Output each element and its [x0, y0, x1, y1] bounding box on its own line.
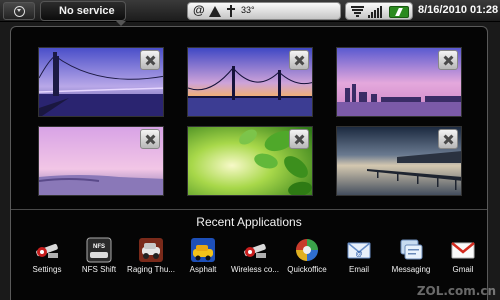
close-thumbnail-button[interactable] — [438, 129, 458, 149]
recent-app-wireless-controls[interactable]: Wireless co... — [229, 237, 281, 277]
notification-icons-tray[interactable]: @ 33° — [187, 2, 341, 20]
close-thumbnail-button[interactable] — [140, 50, 160, 70]
app-label: Settings — [32, 265, 62, 274]
close-thumbnail-button[interactable] — [438, 50, 458, 70]
app-label: Wireless co... — [230, 265, 279, 274]
nfs-shift-icon: NFS — [86, 237, 112, 263]
recent-app-gmail[interactable]: Gmail — [437, 237, 489, 277]
close-thumbnail-button[interactable] — [289, 50, 309, 70]
app-label: Raging Thu... — [127, 265, 175, 274]
recent-app-email[interactable]: @ Email — [333, 237, 385, 277]
app-label: NFS Shift — [81, 265, 117, 274]
wireless-controls-icon — [244, 243, 266, 258]
quickoffice-icon — [296, 239, 318, 261]
svg-text:@: @ — [356, 251, 363, 258]
recent-app-nfs-shift[interactable]: NFS NFS Shift — [73, 237, 125, 277]
recent-app-asphalt[interactable]: Asphalt — [177, 237, 229, 277]
app-label: Messaging — [391, 265, 431, 274]
recent-apps-title: Recent Applications — [196, 215, 302, 229]
divider — [11, 209, 487, 210]
chevron-down-icon — [14, 6, 25, 17]
app-label: Quickoffice — [287, 265, 327, 274]
close-thumbnail-button[interactable] — [140, 129, 160, 149]
signal-icon — [368, 6, 382, 18]
usb-icon — [226, 5, 237, 19]
asphalt-icon — [191, 238, 215, 262]
recent-app-quickoffice[interactable]: Quickoffice — [281, 237, 333, 277]
recent-app-settings[interactable]: Settings — [21, 237, 73, 277]
notification-toggle-button[interactable] — [3, 2, 35, 20]
app-label: Gmail — [452, 265, 474, 274]
email-icon: @ — [347, 242, 371, 259]
carrier-status[interactable]: No service — [40, 1, 126, 26]
recent-apps-panel: Recent Applications Settings NFS NFS Shi… — [10, 26, 488, 300]
app-label: Asphalt — [189, 265, 217, 274]
wifi-icon — [351, 6, 364, 18]
carrier-label: No service — [59, 5, 115, 17]
watermark: ZOL.com.cn — [416, 284, 496, 298]
app-label: Email — [348, 265, 369, 274]
raging-thunder-icon — [139, 238, 163, 262]
close-thumbnail-button[interactable] — [289, 129, 309, 149]
system-icons-tray[interactable] — [345, 2, 413, 20]
recent-app-messaging[interactable]: Messaging — [385, 237, 437, 277]
messaging-icon — [400, 239, 423, 260]
status-bar: No service @ 33° 8/16/2010 01:28 — [0, 0, 500, 26]
at-icon: @ — [193, 3, 205, 17]
gmail-icon — [451, 242, 475, 259]
battery-charging-icon — [389, 6, 409, 18]
settings-icon — [36, 243, 58, 258]
svg-text:NFS: NFS — [93, 244, 105, 250]
warning-icon — [209, 6, 221, 17]
clock: 8/16/2010 01:28 — [418, 4, 499, 16]
temperature-readout: 33° — [241, 5, 255, 15]
recent-app-raging-thunder[interactable]: Raging Thu... — [125, 237, 177, 277]
